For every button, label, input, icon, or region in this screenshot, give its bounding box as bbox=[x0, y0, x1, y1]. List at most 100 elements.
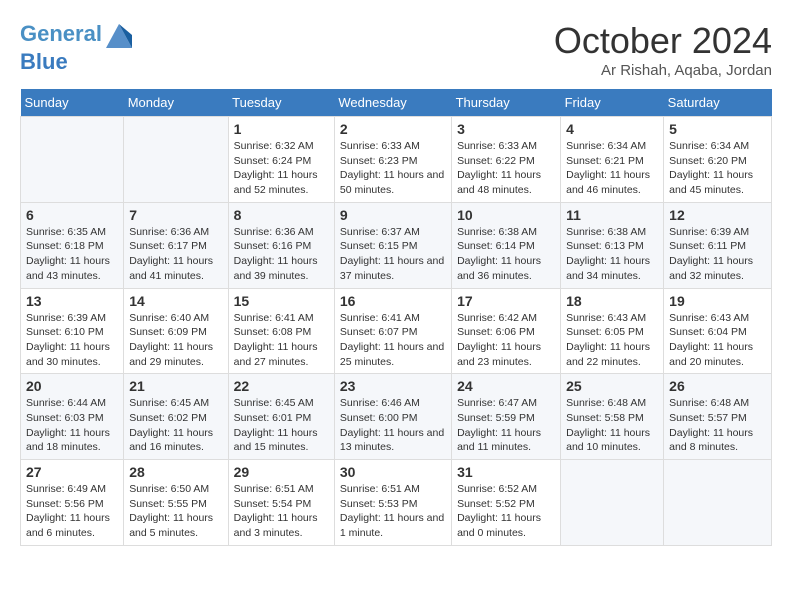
calendar-cell: 3 Sunrise: 6:33 AM Sunset: 6:22 PM Daylig… bbox=[452, 117, 561, 203]
day-number: 27 bbox=[26, 464, 118, 480]
day-number: 20 bbox=[26, 378, 118, 394]
cell-details: Sunrise: 6:38 AM Sunset: 6:14 PM Dayligh… bbox=[457, 225, 555, 284]
day-number: 2 bbox=[340, 121, 446, 137]
day-number: 23 bbox=[340, 378, 446, 394]
cell-details: Sunrise: 6:35 AM Sunset: 6:18 PM Dayligh… bbox=[26, 225, 118, 284]
cell-details: Sunrise: 6:44 AM Sunset: 6:03 PM Dayligh… bbox=[26, 396, 118, 455]
calendar-cell: 27 Sunrise: 6:49 AM Sunset: 5:56 PM Dayli… bbox=[21, 460, 124, 546]
weekday-header: Saturday bbox=[664, 89, 772, 117]
cell-details: Sunrise: 6:45 AM Sunset: 6:02 PM Dayligh… bbox=[129, 396, 222, 455]
cell-details: Sunrise: 6:47 AM Sunset: 5:59 PM Dayligh… bbox=[457, 396, 555, 455]
month-title: October 2024 bbox=[554, 20, 772, 62]
cell-details: Sunrise: 6:40 AM Sunset: 6:09 PM Dayligh… bbox=[129, 311, 222, 370]
calendar-cell bbox=[561, 460, 664, 546]
cell-details: Sunrise: 6:36 AM Sunset: 6:16 PM Dayligh… bbox=[234, 225, 329, 284]
calendar-cell: 11 Sunrise: 6:38 AM Sunset: 6:13 PM Dayli… bbox=[561, 202, 664, 288]
calendar-cell: 14 Sunrise: 6:40 AM Sunset: 6:09 PM Dayli… bbox=[124, 288, 228, 374]
calendar-cell: 7Sunrise: 6:36 AM Sunset: 6:17 PM Daylig… bbox=[124, 202, 228, 288]
day-number: 8 bbox=[234, 207, 329, 223]
cell-details: Sunrise: 6:39 AM Sunset: 6:11 PM Dayligh… bbox=[669, 225, 766, 284]
weekday-header: Wednesday bbox=[334, 89, 451, 117]
weekday-header: Tuesday bbox=[228, 89, 334, 117]
cell-details: Sunrise: 6:34 AM Sunset: 6:20 PM Dayligh… bbox=[669, 139, 766, 198]
calendar-cell: 21Sunrise: 6:45 AM Sunset: 6:02 PM Dayli… bbox=[124, 374, 228, 460]
calendar-cell: 30 Sunrise: 6:51 AM Sunset: 5:53 PM Dayli… bbox=[334, 460, 451, 546]
calendar-cell: 25Sunrise: 6:48 AM Sunset: 5:58 PM Dayli… bbox=[561, 374, 664, 460]
day-number: 13 bbox=[26, 293, 118, 309]
calendar-week-row: 20 Sunrise: 6:44 AM Sunset: 6:03 PM Dayli… bbox=[21, 374, 772, 460]
cell-details: Sunrise: 6:41 AM Sunset: 6:08 PM Dayligh… bbox=[234, 311, 329, 370]
day-number: 14 bbox=[129, 293, 222, 309]
calendar-cell bbox=[21, 117, 124, 203]
calendar-header-row: SundayMondayTuesdayWednesdayThursdayFrid… bbox=[21, 89, 772, 117]
day-number: 1 bbox=[234, 121, 329, 137]
cell-details: Sunrise: 6:32 AM Sunset: 6:24 PM Dayligh… bbox=[234, 139, 329, 198]
day-number: 29 bbox=[234, 464, 329, 480]
calendar-cell: 5Sunrise: 6:34 AM Sunset: 6:20 PM Daylig… bbox=[664, 117, 772, 203]
cell-details: Sunrise: 6:43 AM Sunset: 6:05 PM Dayligh… bbox=[566, 311, 658, 370]
cell-details: Sunrise: 6:46 AM Sunset: 6:00 PM Dayligh… bbox=[340, 396, 446, 455]
logo-blue: Blue bbox=[20, 50, 134, 74]
calendar-cell: 15 Sunrise: 6:41 AM Sunset: 6:08 PM Dayli… bbox=[228, 288, 334, 374]
day-number: 4 bbox=[566, 121, 658, 137]
day-number: 18 bbox=[566, 293, 658, 309]
cell-details: Sunrise: 6:36 AM Sunset: 6:17 PM Dayligh… bbox=[129, 225, 222, 284]
cell-details: Sunrise: 6:49 AM Sunset: 5:56 PM Dayligh… bbox=[26, 482, 118, 541]
cell-details: Sunrise: 6:43 AM Sunset: 6:04 PM Dayligh… bbox=[669, 311, 766, 370]
calendar-cell: 18 Sunrise: 6:43 AM Sunset: 6:05 PM Dayli… bbox=[561, 288, 664, 374]
calendar-week-row: 1 Sunrise: 6:32 AM Sunset: 6:24 PM Daylig… bbox=[21, 117, 772, 203]
cell-details: Sunrise: 6:51 AM Sunset: 5:54 PM Dayligh… bbox=[234, 482, 329, 541]
cell-details: Sunrise: 6:50 AM Sunset: 5:55 PM Dayligh… bbox=[129, 482, 222, 541]
calendar-cell: 4 Sunrise: 6:34 AM Sunset: 6:21 PM Daylig… bbox=[561, 117, 664, 203]
calendar-cell bbox=[664, 460, 772, 546]
calendar-cell bbox=[124, 117, 228, 203]
title-area: October 2024 Ar Rishah, Aqaba, Jordan bbox=[554, 20, 772, 79]
day-number: 6 bbox=[26, 207, 118, 223]
calendar-cell: 16Sunrise: 6:41 AM Sunset: 6:07 PM Dayli… bbox=[334, 288, 451, 374]
day-number: 15 bbox=[234, 293, 329, 309]
weekday-header: Friday bbox=[561, 89, 664, 117]
cell-details: Sunrise: 6:51 AM Sunset: 5:53 PM Dayligh… bbox=[340, 482, 446, 541]
calendar-cell: 1 Sunrise: 6:32 AM Sunset: 6:24 PM Daylig… bbox=[228, 117, 334, 203]
day-number: 22 bbox=[234, 378, 329, 394]
day-number: 24 bbox=[457, 378, 555, 394]
cell-details: Sunrise: 6:34 AM Sunset: 6:21 PM Dayligh… bbox=[566, 139, 658, 198]
calendar-cell: 20 Sunrise: 6:44 AM Sunset: 6:03 PM Dayli… bbox=[21, 374, 124, 460]
calendar-table: SundayMondayTuesdayWednesdayThursdayFrid… bbox=[20, 89, 772, 546]
calendar-cell: 6 Sunrise: 6:35 AM Sunset: 6:18 PM Daylig… bbox=[21, 202, 124, 288]
calendar-week-row: 6 Sunrise: 6:35 AM Sunset: 6:18 PM Daylig… bbox=[21, 202, 772, 288]
logo: General Blue bbox=[20, 20, 134, 74]
day-number: 3 bbox=[457, 121, 555, 137]
calendar-cell: 12 Sunrise: 6:39 AM Sunset: 6:11 PM Dayli… bbox=[664, 202, 772, 288]
day-number: 30 bbox=[340, 464, 446, 480]
weekday-header: Sunday bbox=[21, 89, 124, 117]
calendar-cell: 23 Sunrise: 6:46 AM Sunset: 6:00 PM Dayli… bbox=[334, 374, 451, 460]
cell-details: Sunrise: 6:33 AM Sunset: 6:23 PM Dayligh… bbox=[340, 139, 446, 198]
day-number: 9 bbox=[340, 207, 446, 223]
cell-details: Sunrise: 6:37 AM Sunset: 6:15 PM Dayligh… bbox=[340, 225, 446, 284]
location: Ar Rishah, Aqaba, Jordan bbox=[554, 62, 772, 79]
calendar-cell: 9 Sunrise: 6:37 AM Sunset: 6:15 PM Daylig… bbox=[334, 202, 451, 288]
day-number: 19 bbox=[669, 293, 766, 309]
cell-details: Sunrise: 6:33 AM Sunset: 6:22 PM Dayligh… bbox=[457, 139, 555, 198]
day-number: 26 bbox=[669, 378, 766, 394]
day-number: 17 bbox=[457, 293, 555, 309]
calendar-cell: 19 Sunrise: 6:43 AM Sunset: 6:04 PM Dayli… bbox=[664, 288, 772, 374]
day-number: 28 bbox=[129, 464, 222, 480]
calendar-cell: 28 Sunrise: 6:50 AM Sunset: 5:55 PM Dayli… bbox=[124, 460, 228, 546]
cell-details: Sunrise: 6:48 AM Sunset: 5:58 PM Dayligh… bbox=[566, 396, 658, 455]
cell-details: Sunrise: 6:48 AM Sunset: 5:57 PM Dayligh… bbox=[669, 396, 766, 455]
calendar-cell: 31 Sunrise: 6:52 AM Sunset: 5:52 PM Dayli… bbox=[452, 460, 561, 546]
calendar-cell: 13Sunrise: 6:39 AM Sunset: 6:10 PM Dayli… bbox=[21, 288, 124, 374]
day-number: 12 bbox=[669, 207, 766, 223]
cell-details: Sunrise: 6:45 AM Sunset: 6:01 PM Dayligh… bbox=[234, 396, 329, 455]
calendar-cell: 26 Sunrise: 6:48 AM Sunset: 5:57 PM Dayli… bbox=[664, 374, 772, 460]
page-header: General Blue October 2024 Ar Rishah, Aqa… bbox=[20, 20, 772, 79]
calendar-week-row: 27 Sunrise: 6:49 AM Sunset: 5:56 PM Dayli… bbox=[21, 460, 772, 546]
day-number: 31 bbox=[457, 464, 555, 480]
calendar-cell: 8 Sunrise: 6:36 AM Sunset: 6:16 PM Daylig… bbox=[228, 202, 334, 288]
day-number: 11 bbox=[566, 207, 658, 223]
cell-details: Sunrise: 6:52 AM Sunset: 5:52 PM Dayligh… bbox=[457, 482, 555, 541]
cell-details: Sunrise: 6:42 AM Sunset: 6:06 PM Dayligh… bbox=[457, 311, 555, 370]
cell-details: Sunrise: 6:38 AM Sunset: 6:13 PM Dayligh… bbox=[566, 225, 658, 284]
